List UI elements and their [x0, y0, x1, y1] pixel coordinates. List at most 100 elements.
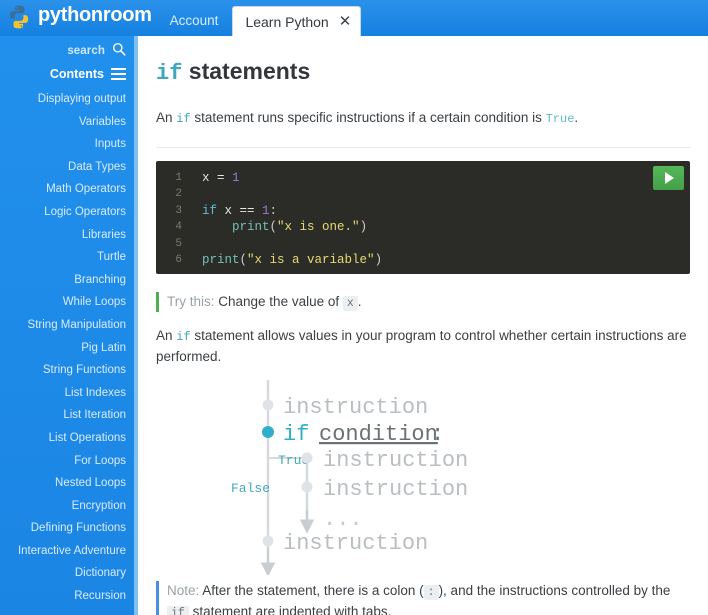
- code-token: if: [202, 203, 218, 218]
- note-lead: Note:: [167, 583, 200, 599]
- flow-node-dot-4: [262, 535, 274, 547]
- sidebar-item-nested-loops[interactable]: Nested Loops: [0, 472, 134, 495]
- sidebar-item-string-manipulation[interactable]: String Manipulation: [0, 314, 134, 337]
- sidebar-item-displaying-output[interactable]: Displaying output: [0, 88, 134, 111]
- code-lines[interactable]: 1x = 1 2 3 if x == 1: 4 print("x is one.") 5 6…: [156, 170, 690, 269]
- try-this-before: Change the value of: [214, 293, 343, 309]
- code-token: :: [269, 203, 278, 218]
- note-text2: ), and the instructions controlled by th…: [438, 583, 671, 599]
- note-text3: statement are indented with tabs.: [188, 604, 392, 615]
- search-label: search: [67, 45, 105, 57]
- code-line[interactable]: 2: [156, 186, 690, 203]
- sidebar-item-dictionary[interactable]: Dictionary: [0, 562, 134, 585]
- code-token: 1: [232, 170, 240, 185]
- search-icon[interactable]: [112, 42, 126, 61]
- flow-node-label-4: instruction: [283, 531, 428, 556]
- tab-label: Learn Python: [245, 13, 329, 30]
- sidebar-item-logic-operators[interactable]: Logic Operators: [0, 201, 134, 224]
- code-token: "x is a variable": [247, 253, 375, 268]
- sidebar-item-inputs[interactable]: Inputs: [0, 133, 134, 156]
- line-number: 1: [175, 171, 182, 184]
- flow-node-label-1: instruction: [283, 395, 428, 420]
- search-control[interactable]: search: [0, 40, 134, 62]
- second-par-part2: statement allows values in your program …: [156, 328, 687, 364]
- try-this-text: Try this: Change the value of x.: [167, 292, 690, 313]
- intro-true-literal: True: [545, 112, 575, 127]
- account-link[interactable]: Account: [170, 13, 219, 28]
- sidebar-item-data-types[interactable]: Data Types: [0, 156, 134, 179]
- tab-learn-python[interactable]: Learn Python ✕: [232, 6, 362, 36]
- code-token: x ==: [217, 203, 263, 218]
- run-code-button[interactable]: [653, 165, 684, 190]
- try-this-lead: Try this:: [167, 293, 215, 309]
- callout-accent-bar: [156, 291, 159, 313]
- flow-node-dot-3: [301, 481, 313, 493]
- code-line[interactable]: 4 print("x is one."): [156, 219, 690, 236]
- note-code-colon: :: [423, 585, 439, 601]
- sidebar-item-branching[interactable]: Branching: [0, 269, 134, 292]
- sidebar-item-while-loops[interactable]: While Loops: [0, 291, 134, 314]
- code-token: x: [202, 170, 218, 185]
- sidebar-item-list-iteration[interactable]: List Iteration: [0, 404, 134, 427]
- brand-area[interactable]: pythonroom: [0, 0, 152, 36]
- flow-node-dot-2: [301, 452, 313, 464]
- sidebar-item-recursion[interactable]: Recursion: [0, 585, 134, 608]
- flow-node-label-condition: condition: [319, 422, 438, 447]
- code-token: ): [359, 220, 368, 235]
- code-line[interactable]: 5: [156, 236, 690, 253]
- code-line[interactable]: 1x = 1: [156, 170, 690, 187]
- sidebar-item-turtle[interactable]: Turtle: [0, 246, 134, 269]
- python-logo-icon: [6, 4, 32, 30]
- sidebar-item-libraries[interactable]: Libraries: [0, 224, 134, 247]
- sidebar-item-encryption[interactable]: Encryption: [0, 495, 134, 518]
- brand-title: pythonroom: [38, 4, 152, 26]
- flow-node-label-colon: :: [431, 422, 444, 447]
- sidebar-item-math-operators[interactable]: Math Operators: [0, 178, 134, 201]
- code-token: (: [239, 253, 248, 268]
- contents-label: Contents: [49, 67, 104, 81]
- table-of-contents: Displaying output Variables Inputs Data Typ…: [0, 88, 134, 608]
- close-icon[interactable]: ✕: [339, 14, 352, 29]
- code-token: print: [232, 220, 270, 235]
- top-bar: pythonroom Account Learn Python ✕: [0, 0, 708, 36]
- page-title: if statements: [156, 58, 690, 87]
- sidebar-item-variables[interactable]: Variables: [0, 111, 134, 134]
- flow-node-label-3: instruction: [323, 477, 468, 502]
- code-token: 1: [262, 203, 270, 218]
- play-icon: [665, 171, 674, 184]
- code-token: print: [202, 253, 240, 268]
- sidebar-item-for-loops[interactable]: For Loops: [0, 450, 134, 473]
- page-title-rest: statements: [182, 58, 311, 84]
- code-line[interactable]: 3 if x == 1:: [156, 203, 690, 220]
- main-content: if statements An if statement runs speci…: [138, 36, 708, 615]
- note-accent-bar: [156, 581, 159, 615]
- intro-part1: An: [156, 110, 177, 126]
- note-code-if: if: [167, 606, 189, 615]
- flow-node-label-ellipsis: ...: [323, 507, 363, 532]
- sidebar-item-defining-functions[interactable]: Defining Functions: [0, 517, 134, 540]
- code-line-content: if x == 1:: [190, 203, 277, 220]
- sidebar-item-string-functions[interactable]: String Functions: [0, 359, 134, 382]
- code-line[interactable]: 6 print("x is a variable"): [156, 252, 690, 269]
- second-par-part1: An: [156, 328, 177, 344]
- code-line-content: [190, 236, 202, 253]
- sidebar-item-list-operations[interactable]: List Operations: [0, 427, 134, 450]
- flow-node-label-if-keyword: if: [283, 422, 309, 447]
- code-editor[interactable]: 1x = 1 2 3 if x == 1: 4 print("x is one.") 5 6…: [156, 160, 690, 274]
- sidebar-item-interactive-adventure[interactable]: Interactive Adventure: [0, 540, 134, 563]
- intro-part3: .: [574, 110, 579, 126]
- hamburger-menu-icon[interactable]: [111, 68, 126, 80]
- code-line-content: [190, 186, 202, 203]
- sidebar-item-pig-latin[interactable]: Pig Latin: [0, 337, 134, 360]
- code-line-content: print("x is one."): [190, 219, 367, 236]
- code-token: ): [374, 253, 383, 268]
- flow-node-label-2: instruction: [323, 448, 468, 473]
- flow-node-dot-1: [262, 399, 274, 411]
- code-line-content: x = 1: [190, 170, 240, 187]
- try-this-callout: Try this: Change the value of x.: [156, 291, 690, 313]
- contents-header[interactable]: Contents: [0, 63, 134, 85]
- sidebar-item-list-indexes[interactable]: List Indexes: [0, 382, 134, 405]
- line-number: 3: [175, 204, 182, 217]
- sidebar: search Contents Displaying output Variabl…: [0, 36, 134, 615]
